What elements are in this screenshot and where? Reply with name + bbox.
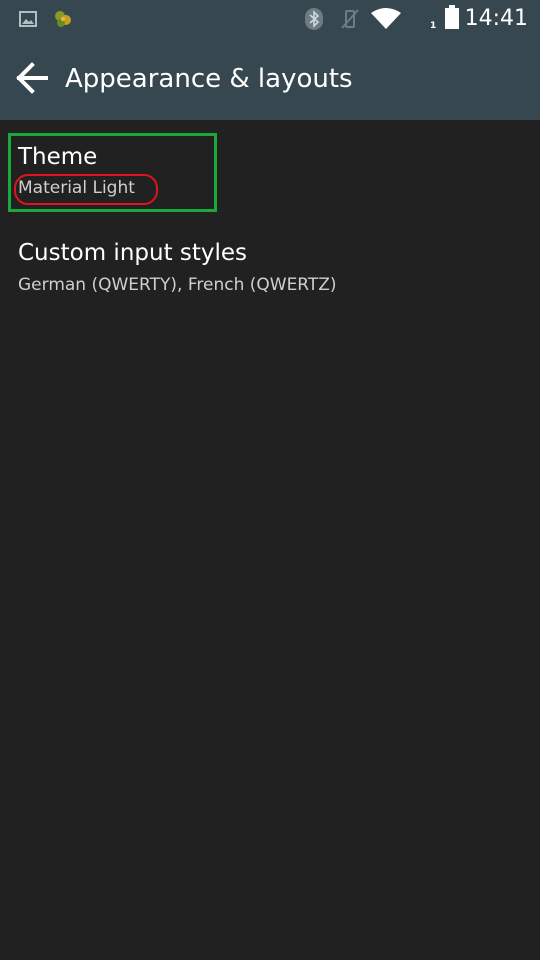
pref-item-custom-input-styles[interactable]: Custom input styles German (QWERTY), Fre…: [0, 220, 540, 316]
arrow-left-icon: [15, 61, 49, 99]
app-bar: Appearance & layouts: [0, 40, 540, 120]
pref-summary: Material Light: [18, 178, 135, 198]
sim-slot-label: 1: [430, 21, 437, 31]
pref-item-theme[interactable]: Theme Material Light: [0, 122, 540, 218]
battery-icon: [444, 5, 460, 29]
back-button[interactable]: [10, 58, 54, 102]
vibrate-off-icon: [338, 8, 362, 30]
app-notification-icon: [51, 8, 75, 30]
clock: 14:41: [464, 6, 528, 31]
pref-title: Custom input styles: [18, 240, 248, 266]
pref-title: Theme: [18, 144, 98, 170]
pref-summary: German (QWERTY), French (QWERTZ): [18, 275, 337, 295]
wifi-icon: [370, 8, 402, 30]
status-bar: 1 14:41: [0, 0, 540, 40]
page-title: Appearance & layouts: [65, 64, 353, 94]
bluetooth-icon: [303, 8, 325, 30]
image-notification-icon: [18, 8, 38, 30]
